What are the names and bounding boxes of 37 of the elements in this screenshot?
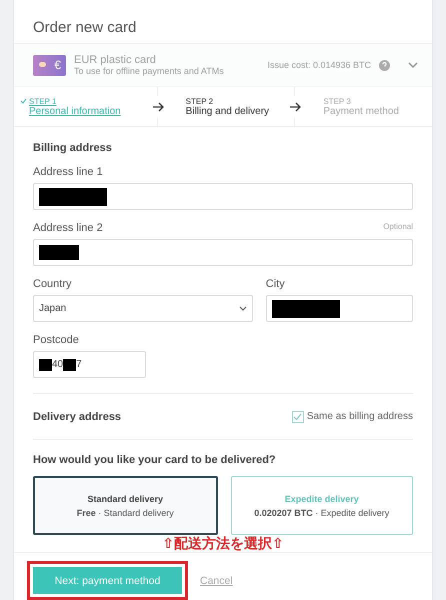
card-thumbnail: € (33, 54, 66, 76)
input-field[interactable]: 40 7 (33, 351, 146, 378)
redaction-mark (63, 358, 76, 370)
annotation-text: ⇧配送方法を選択⇧ (161, 536, 285, 552)
redaction-mark (39, 358, 52, 370)
delivery-question: How would you like your card to be delivered? (33, 454, 277, 466)
redaction-mark (272, 300, 340, 318)
section-heading: Billing address (33, 142, 113, 154)
input-field[interactable] (266, 295, 413, 322)
check-icon (20, 98, 27, 104)
postcode-text: 40 (52, 359, 64, 370)
option-detail: Free · Standard delivery (76, 508, 174, 518)
option-title: Standard delivery (87, 494, 164, 504)
redaction-mark (39, 188, 107, 206)
field-label: Address line 1 (33, 166, 103, 178)
card-description: To use for offline payments and ATMs (74, 66, 225, 76)
check-icon (293, 412, 302, 420)
input-field[interactable] (33, 183, 413, 210)
option-title: Expedite delivery (284, 494, 359, 504)
country-select[interactable]: Japan (33, 295, 253, 322)
step-link[interactable]: STEP 2 Billing and delivery (186, 96, 270, 117)
section-heading: Delivery address (33, 410, 122, 422)
postcode-text: 7 (76, 359, 82, 370)
option-detail: 0.020207 BTC · Expedite delivery (254, 508, 390, 518)
field-label: Address line 2 (33, 222, 103, 234)
optional-hint: Optional (383, 222, 413, 233)
issue-cost: Issue cost: 0.014936 BTC (267, 60, 371, 70)
card-name: EUR plastic card (74, 54, 157, 66)
input-field[interactable] (33, 239, 413, 266)
redaction-mark (39, 245, 79, 260)
field-label: City (266, 278, 285, 290)
chevron-down-icon (238, 306, 247, 311)
delivery-option[interactable]: Standard delivery Free · Standard delivery (33, 476, 218, 535)
field-label: Postcode (33, 334, 79, 346)
delivery-option[interactable]: Expedite delivery 0.020207 BTC · Expedite delivery (230, 476, 413, 535)
same-as-billing-checkbox[interactable]: Same as billing address (292, 410, 413, 422)
field-label: Country (33, 278, 72, 290)
